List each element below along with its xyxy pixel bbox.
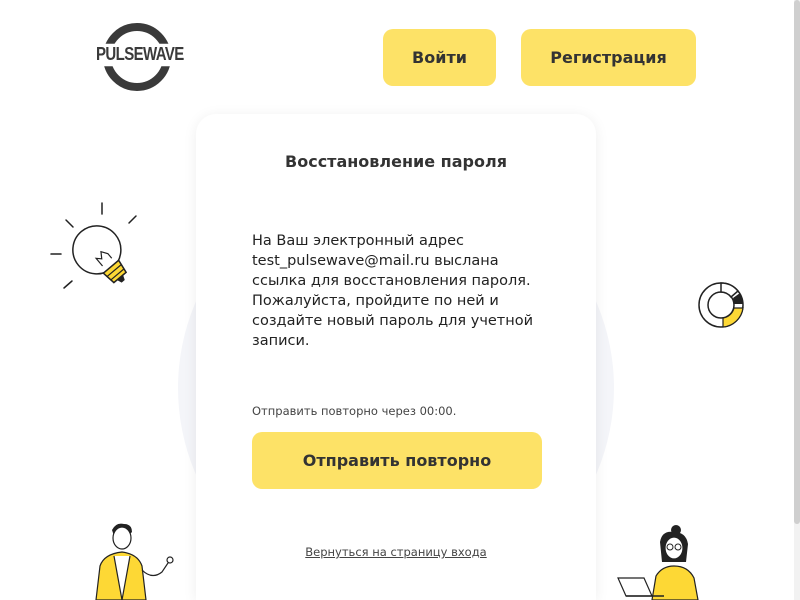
- back-to-login-link[interactable]: Вернуться на страницу входа: [196, 545, 596, 559]
- person-illustration-icon: [95, 523, 174, 600]
- page: PULSEWAVE Войти Регистрация Восстановлен…: [0, 0, 800, 600]
- donut-chart-icon: [698, 282, 744, 328]
- password-recovery-card: Восстановление пароля На Ваш электронный…: [196, 114, 596, 600]
- recovery-message: На Ваш электронный адрес test_pulsewave@…: [252, 233, 534, 349]
- resend-button[interactable]: Отправить повторно: [252, 432, 542, 489]
- logo[interactable]: PULSEWAVE: [96, 22, 184, 92]
- login-button[interactable]: Войти: [383, 29, 496, 86]
- logo-text: PULSEWAVE: [96, 43, 184, 67]
- scrollbar[interactable]: [794, 0, 800, 600]
- card-title: Восстановление пароля: [285, 152, 507, 171]
- lightbulb-icon: [50, 202, 137, 289]
- person-laptop-illustration-icon: [617, 525, 699, 600]
- scrollbar-thumb[interactable]: [794, 0, 800, 524]
- register-button[interactable]: Регистрация: [521, 29, 696, 86]
- resend-timer: Отправить повторно через 00:00.: [252, 404, 457, 418]
